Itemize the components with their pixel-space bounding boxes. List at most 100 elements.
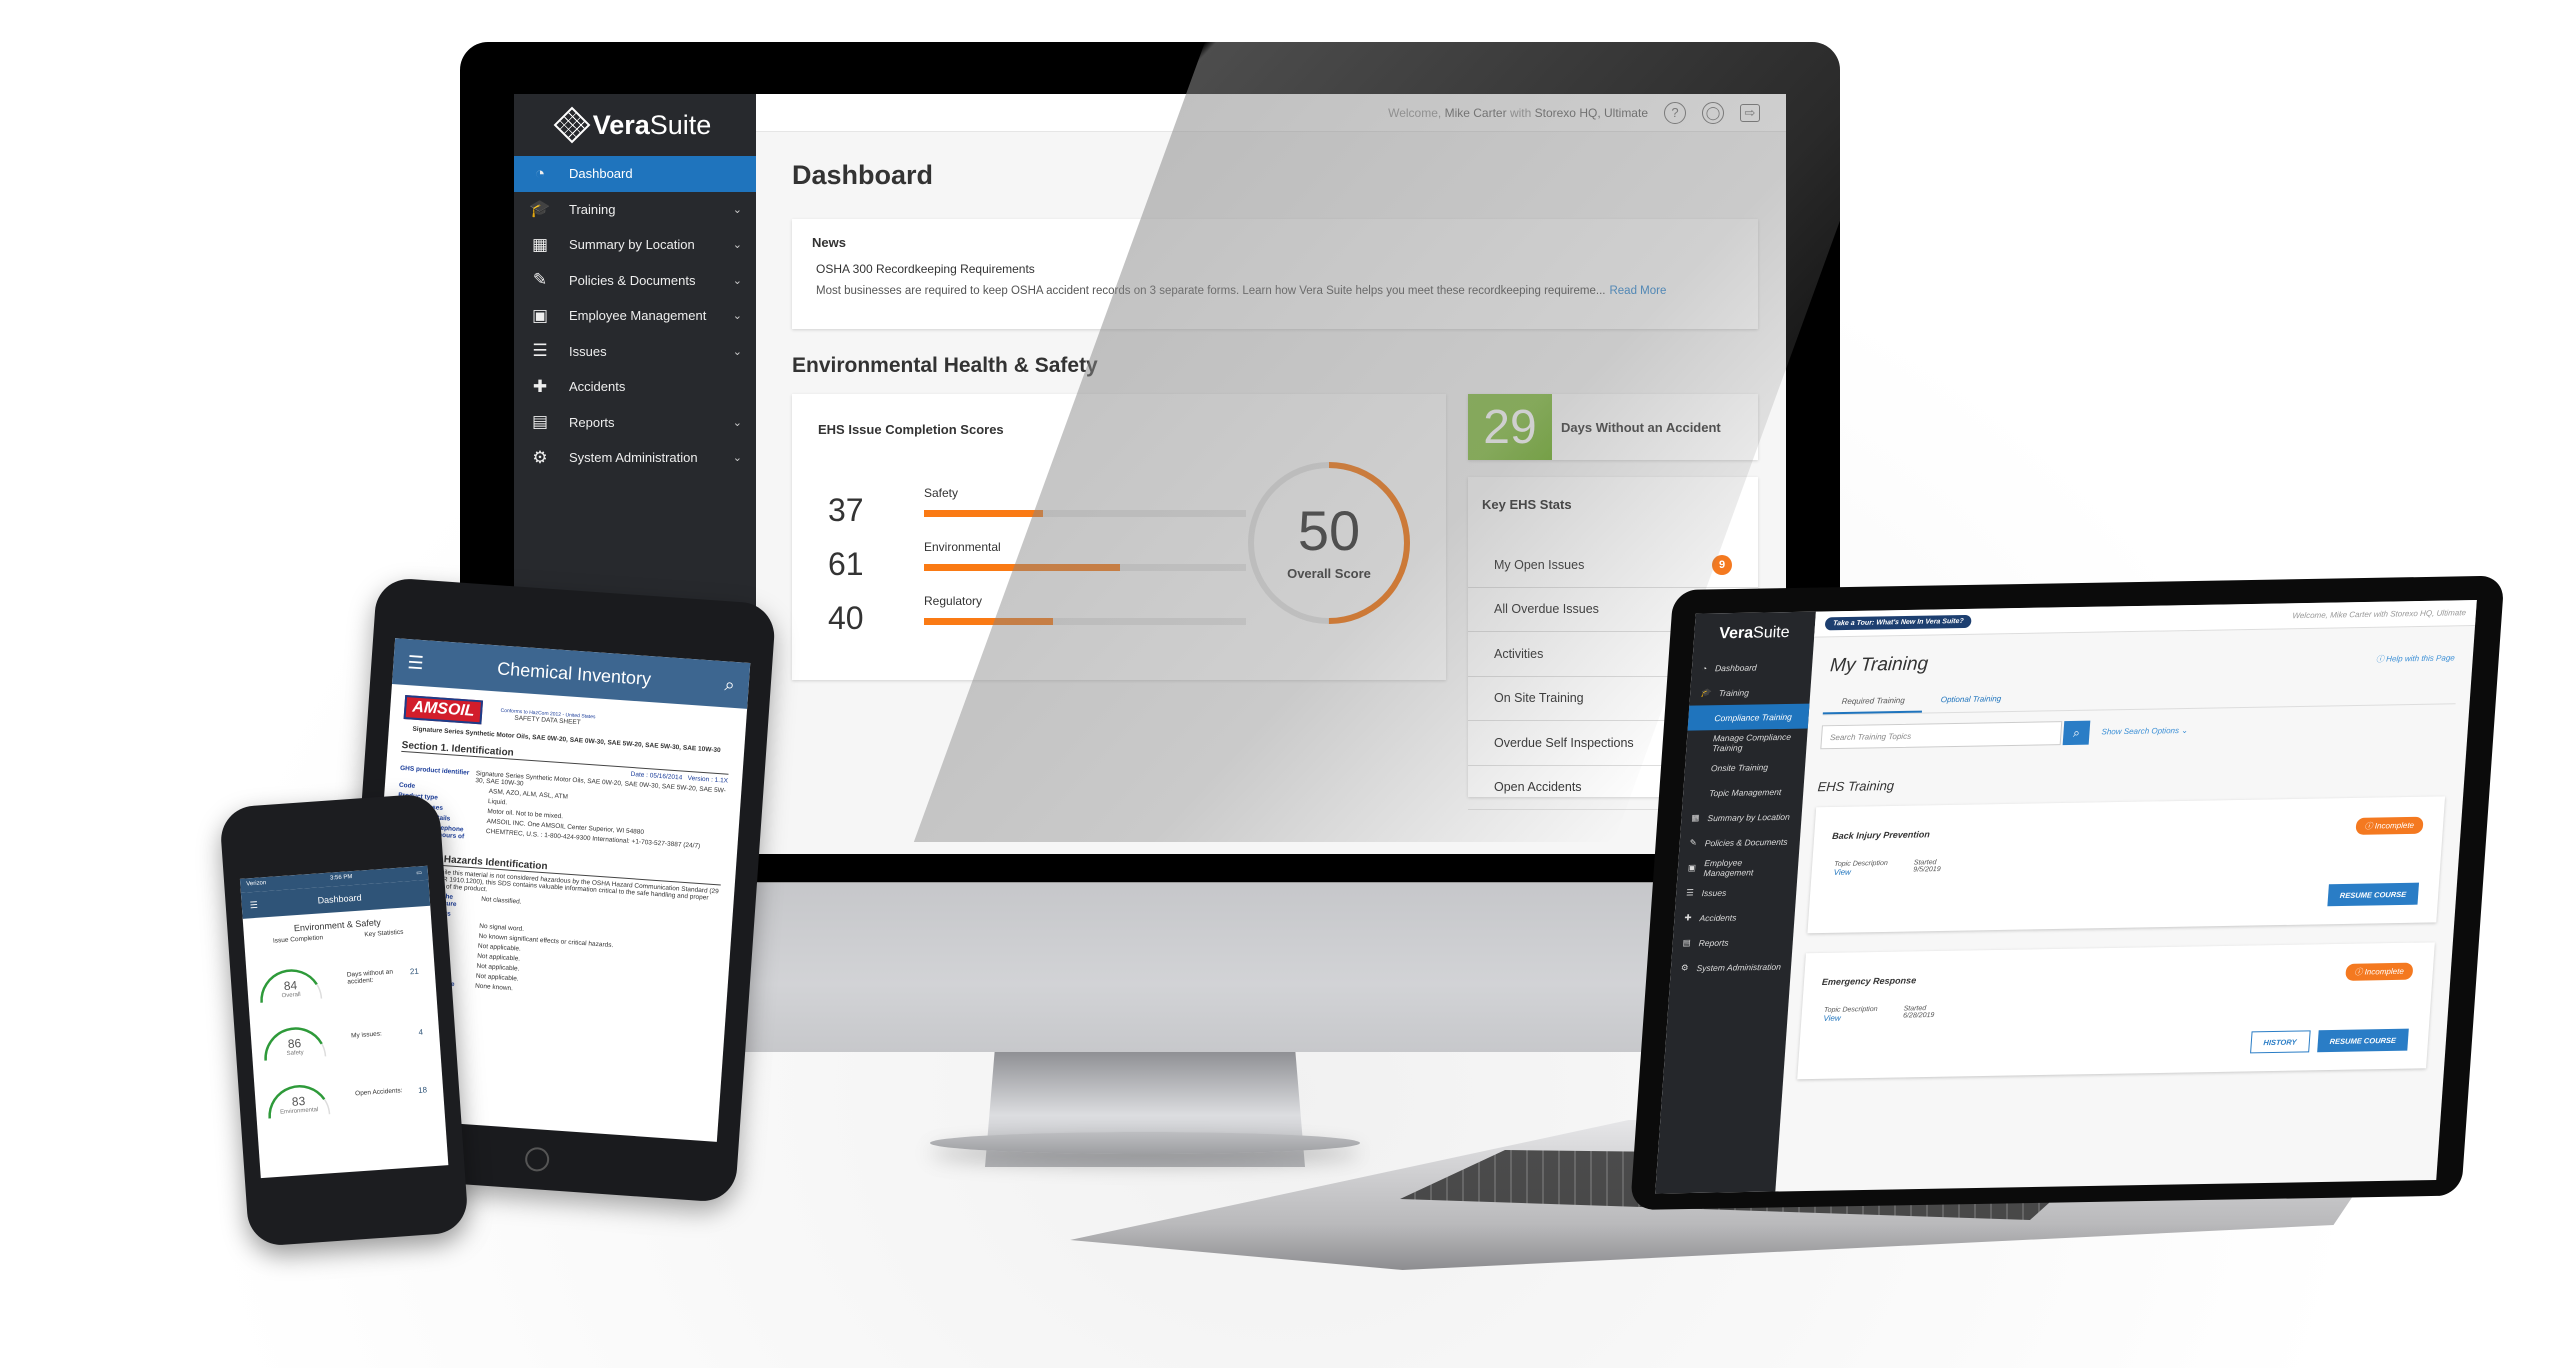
sds-value: Not applicable.: [476, 952, 521, 963]
chevron-down-icon[interactable]: ⌄: [733, 274, 742, 287]
sidebar-item-reports[interactable]: ▤ Reports ⌄: [514, 405, 756, 441]
laptop-nav-onsite-training[interactable]: Onsite Training: [1684, 754, 1806, 781]
phone-screen: Verizon 3:56 PM ▭ ☰ Dashboard Environmen…: [239, 865, 449, 1179]
news-body: Most businesses are required to keep OSH…: [816, 285, 1667, 297]
tablet-home-button[interactable]: [524, 1146, 550, 1173]
resume-course-button[interactable]: RESUME COURSE: [2316, 1028, 2409, 1053]
search-training-input[interactable]: Search Training Topics: [1820, 721, 2063, 750]
key-stats-heading: Key EHS Stats: [1482, 497, 1572, 512]
verasuite-logo[interactable]: VeraSuite: [514, 94, 756, 156]
sds-value: Not applicable.: [476, 962, 520, 973]
topic-description-label: Topic Description: [1833, 859, 1888, 868]
logout-icon[interactable]: ⇨: [1740, 103, 1760, 122]
stat-label: Open Accidents:: [354, 1086, 403, 1097]
sidebar-item-dashboard[interactable]: ◔ Dashboard: [514, 156, 756, 192]
incomplete-badge: ⓘ Incomplete: [2355, 816, 2424, 835]
nav-icon: ▤: [1682, 937, 1692, 948]
laptop-nav-policies-documents[interactable]: ✎ Policies & Documents: [1679, 829, 1801, 856]
score-row-environmental: 61 Environmental: [828, 532, 1248, 586]
user-profile-icon[interactable]: ◯: [1702, 101, 1724, 124]
laptop-welcome: Welcome, Mike Carter with Storexo HQ, Ul…: [2292, 608, 2467, 621]
laptop-nav-training[interactable]: 🎓 Training: [1689, 679, 1811, 706]
laptop-nav-manage-compliance-training[interactable]: Manage Compliance Training: [1686, 729, 1808, 756]
nav-icon: ▣: [1687, 862, 1697, 873]
device-mockup-stage: VeraSuite ◔ Dashboard 🎓 Training ⌄ ▦ Summary b…: [0, 0, 2560, 1368]
nav-icon: ⚙: [1680, 962, 1689, 973]
nav-label: Issues: [1701, 887, 1727, 898]
amsoil-logo: AMSOIL: [403, 695, 484, 725]
chevron-down-icon[interactable]: ⌄: [733, 309, 742, 322]
score-bar-track: [924, 564, 1246, 571]
laptop-nav-reports[interactable]: ▤ Reports: [1672, 929, 1794, 956]
sidebar-item-policies-documents[interactable]: ✎ Policies & Documents ⌄: [514, 263, 756, 299]
tab-optional-training[interactable]: Optional Training: [1922, 688, 2020, 713]
laptop-nav-system-administration[interactable]: ⚙ System Administration: [1670, 954, 1792, 981]
status-text: Incomplete: [2364, 966, 2405, 977]
sidebar-item-accidents[interactable]: ✚ Accidents: [514, 369, 756, 405]
score-label: Regulatory: [924, 594, 983, 608]
chevron-down-icon[interactable]: ⌄: [733, 416, 742, 429]
key-stat[interactable]: My issues: 4: [329, 1026, 431, 1042]
laptop-nav-issues[interactable]: ☰ Issues: [1675, 879, 1797, 906]
score-arc: 84 Overall: [254, 960, 327, 1005]
clock: 3:56 PM: [329, 874, 353, 882]
news-title[interactable]: OSHA 300 Recordkeeping Requirements: [816, 262, 1738, 276]
stat-row-my-open-issues[interactable]: My Open Issues 9: [1468, 543, 1758, 588]
sds-key[interactable]: GHS product identifier: [399, 765, 476, 784]
checklist-icon: ☰: [532, 341, 548, 361]
nav-icon: ✚: [1684, 912, 1692, 923]
verasuite-logo-icon: [553, 106, 591, 144]
read-more-link[interactable]: Read More: [1609, 285, 1666, 297]
score-value: 37: [828, 492, 864, 528]
sidebar-item-training[interactable]: 🎓 Training ⌄: [514, 192, 756, 228]
sidebar-item-label: Dashboard: [569, 166, 633, 182]
chevron-down-icon[interactable]: ⌄: [733, 238, 742, 251]
laptop-nav-topic-management[interactable]: Topic Management: [1682, 779, 1804, 806]
key-stat[interactable]: Open Accidents: 18: [333, 1084, 435, 1100]
incomplete-badge: ⓘ Incomplete: [2344, 962, 2414, 981]
sds-value: Not classified.: [480, 895, 522, 906]
show-search-options-link[interactable]: Show Search Options ⌄: [2101, 726, 2188, 737]
search-icon[interactable]: ⌕: [724, 674, 735, 696]
resume-course-button[interactable]: RESUME COURSE: [2327, 882, 2420, 907]
course-name: Back Injury Prevention: [1831, 829, 1931, 841]
days-count: 29: [1468, 394, 1552, 460]
laptop-nav-employee-management[interactable]: ▣ Employee Management: [1677, 854, 1799, 881]
started-date: 6/28/2019: [1902, 1011, 1935, 1020]
days-label: Days Without an Accident: [1561, 419, 1721, 435]
laptop-logo[interactable]: Vera Suite: [1693, 612, 1816, 656]
sidebar-item-employee-management[interactable]: ▣ Employee Management ⌄: [514, 298, 756, 334]
stat-label: My issues:: [350, 1029, 382, 1040]
help-page-link[interactable]: ⓘ Help with this Page: [2376, 652, 2456, 664]
phone: Verizon 3:56 PM ▭ ☰ Dashboard Environmen…: [218, 792, 470, 1248]
chevron-down-icon[interactable]: ⌄: [733, 345, 742, 358]
phone-title: Dashboard: [317, 892, 362, 906]
help-icon[interactable]: ?: [1664, 101, 1686, 124]
view-link[interactable]: View: [1833, 867, 1887, 877]
view-link[interactable]: View: [1823, 1013, 1877, 1023]
laptop-nav-compliance-training[interactable]: Compliance Training: [1687, 703, 1810, 731]
nav-label: Accidents: [1699, 912, 1737, 923]
key-stat[interactable]: Days without an accident: 21: [325, 966, 428, 987]
menu-icon[interactable]: ☰: [407, 652, 424, 674]
sidebar-item-issues[interactable]: ☰ Issues ⌄: [514, 334, 756, 370]
laptop-nav-summary-by-location[interactable]: ▦ Summary by Location: [1681, 804, 1803, 831]
id-card-icon: ▣: [531, 305, 549, 325]
course-meta: Topic Description View Started 6/28/2019: [1823, 1005, 1935, 1023]
sidebar-item-summary-by-location[interactable]: ▦ Summary by Location ⌄: [514, 227, 756, 263]
clipboard-medical-icon: ✚: [532, 376, 548, 396]
org-name: Storexo HQ, Ultimate: [1534, 105, 1648, 120]
days-without-accident-card[interactable]: 29 Days Without an Accident: [1468, 394, 1758, 460]
history-button[interactable]: HISTORY: [2249, 1030, 2311, 1054]
search-button[interactable]: ⌕: [2062, 720, 2091, 746]
chevron-down-icon[interactable]: ⌄: [733, 451, 742, 464]
laptop-nav-dashboard[interactable]: ◔ Dashboard: [1691, 654, 1813, 681]
sidebar-item-system-administration[interactable]: ⚙ System Administration ⌄: [514, 440, 756, 476]
take-tour-button[interactable]: Take a Tour: What's New In Vera Suite?: [1824, 614, 1973, 631]
nav-label: Employee Management: [1703, 857, 1754, 878]
laptop-nav-accidents[interactable]: ✚ Accidents: [1674, 904, 1796, 931]
tab-required-training[interactable]: Required Training: [1822, 689, 1924, 715]
alert-icon: ⓘ: [2354, 967, 2365, 977]
chevron-down-icon[interactable]: ⌄: [733, 203, 742, 216]
nav-label: Summary by Location: [1707, 811, 1791, 823]
